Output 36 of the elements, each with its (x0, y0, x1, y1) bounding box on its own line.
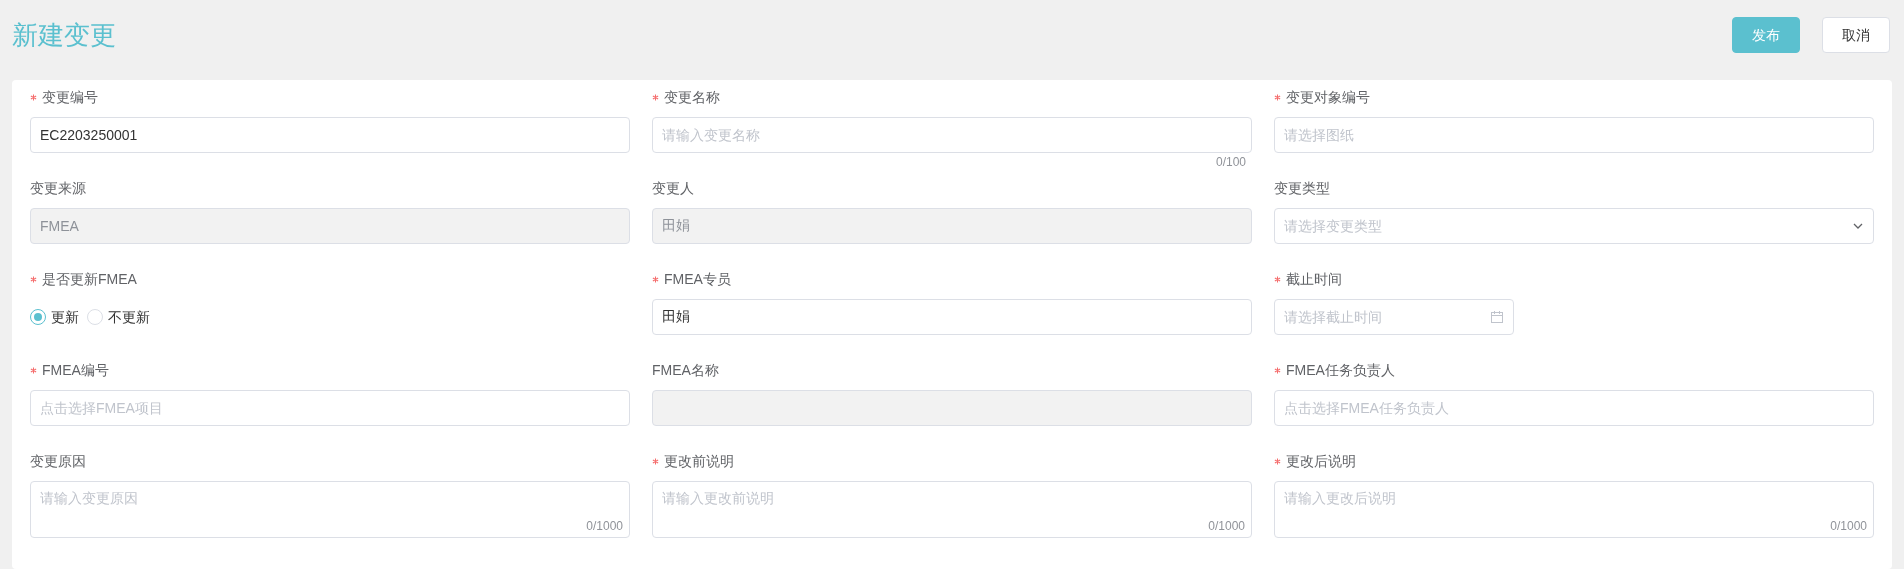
select-field[interactable]: 请选择变更类型 (1274, 208, 1874, 244)
text-area[interactable]: 请输入更改前说明 0/1000 (652, 481, 1252, 538)
field-label: FMEA编号 (42, 360, 109, 380)
field-label: 变更类型 (1274, 178, 1330, 198)
field-label: 更改后说明 (1286, 451, 1356, 471)
character-counter: 0/1000 (586, 518, 623, 535)
input-field[interactable]: 请输入变更名称 (652, 117, 1252, 153)
radio-label[interactable]: 不更新 (108, 306, 150, 328)
page-title: 新建变更 (12, 18, 116, 52)
field-label: FMEA名称 (652, 360, 719, 380)
field-label: 截止时间 (1286, 269, 1342, 289)
field-label: 更改前说明 (664, 451, 734, 471)
text-area[interactable]: 请输入更改后说明 0/1000 (1274, 481, 1874, 538)
field-label: 变更名称 (664, 87, 720, 107)
date-field[interactable]: 请选择截止时间 (1274, 299, 1514, 335)
field-label: FMEA专员 (664, 269, 731, 289)
field-label: 变更人 (652, 178, 694, 198)
character-counter: 0/1000 (1830, 518, 1867, 535)
character-counter: 0/1000 (1208, 518, 1245, 535)
input-field[interactable]: 请选择图纸 (1274, 117, 1874, 153)
radio-label[interactable]: 更新 (51, 306, 79, 328)
input-field[interactable]: 点击选择FMEA项目 (30, 390, 630, 426)
field-label: 变更编号 (42, 87, 98, 107)
input-field[interactable]: 田娟 (652, 299, 1252, 335)
input-field[interactable]: 点击选择FMEA任务负责人 (1274, 390, 1874, 426)
text-area[interactable]: 请输入变更原因 0/1000 (30, 481, 630, 538)
field-label: 变更对象编号 (1286, 87, 1370, 107)
cancel-button[interactable]: 取消 (1822, 17, 1890, 53)
calendar-icon (1490, 310, 1504, 324)
input-field[interactable]: EC2203250001 (30, 117, 630, 153)
field-label: 变更原因 (30, 451, 86, 471)
field-label: FMEA任务负责人 (1286, 360, 1395, 380)
field-label: 是否更新FMEA (42, 269, 137, 289)
publish-button[interactable]: 发布 (1732, 17, 1800, 53)
character-counter: 0/100 (1215, 154, 1246, 171)
field-label: 变更来源 (30, 178, 86, 198)
